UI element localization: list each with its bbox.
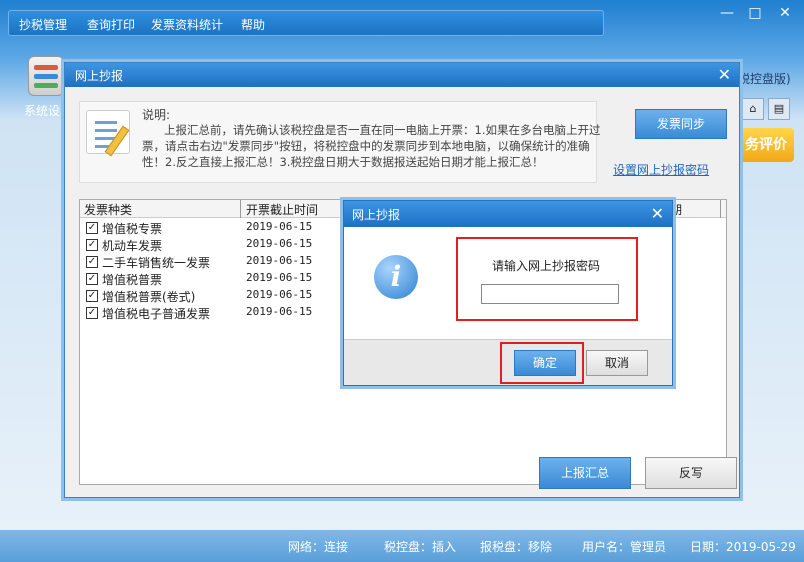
row-invoice-name: 机动车发票 bbox=[102, 239, 163, 253]
cancel-button[interactable]: 取消 bbox=[586, 350, 648, 376]
row-invoice-name: 二手车销售统一发票 bbox=[102, 256, 211, 270]
notepad-icon bbox=[86, 110, 130, 157]
status-date: 日期：2019-05-29 bbox=[690, 540, 796, 554]
dialog-close-icon[interactable]: ✕ bbox=[718, 65, 731, 84]
system-settings-icon[interactable] bbox=[28, 56, 64, 96]
info-icon: i bbox=[374, 255, 418, 299]
column-deadline: 开票截止时间 bbox=[246, 203, 319, 217]
maximize-icon[interactable]: □ bbox=[740, 2, 770, 26]
row-checkbox[interactable]: ✓ bbox=[86, 307, 98, 319]
minimize-icon[interactable]: — bbox=[712, 2, 742, 26]
table-row[interactable]: ✓ 二手车销售统一发票 2019-06-15 bbox=[84, 253, 384, 270]
submit-summary-button[interactable]: 上报汇总 bbox=[539, 457, 631, 489]
notice-panel: 说明: 上报汇总前，请先确认该税控盘是否一直在同一电脑上开票：1.如果在多台电脑… bbox=[79, 101, 600, 183]
dialog-title-bar: 网上抄报 ✕ bbox=[65, 63, 739, 87]
menu-item-invoice-statistics[interactable]: 发票资料统计 bbox=[151, 16, 223, 33]
menu-item-help[interactable]: 帮助 bbox=[241, 16, 265, 33]
row-invoice-name: 增值税普票 bbox=[102, 273, 163, 287]
row-checkbox[interactable]: ✓ bbox=[86, 273, 98, 285]
dialog-title: 网上抄报 bbox=[75, 69, 124, 83]
table-row[interactable]: ✓ 增值税普票 2019-06-15 bbox=[84, 270, 384, 287]
row-invoice-name: 增值税普票(卷式) bbox=[102, 290, 196, 304]
row-invoice-name: 增值税专票 bbox=[102, 222, 163, 236]
menu-bar: 抄税管理 查询打印 发票资料统计 帮助 bbox=[8, 10, 604, 36]
prompt-highlight-box bbox=[456, 237, 638, 321]
menu-item-query-print[interactable]: 查询打印 bbox=[87, 16, 135, 33]
document-icon[interactable]: ▤ bbox=[768, 98, 790, 120]
row-checkbox[interactable]: ✓ bbox=[86, 222, 98, 234]
password-dialog-title: 网上抄报 bbox=[352, 208, 401, 222]
system-settings-label: 系统设 bbox=[24, 104, 61, 118]
row-checkbox[interactable]: ✓ bbox=[86, 239, 98, 251]
status-report-disk: 报税盘：移除 bbox=[480, 540, 553, 554]
status-tax-disk: 税控盘：插入 bbox=[384, 540, 457, 554]
table-row[interactable]: ✓ 机动车发票 2019-06-15 bbox=[84, 236, 384, 253]
table-row[interactable]: ✓ 增值税电子普通发票 2019-06-15 bbox=[84, 304, 384, 321]
status-user: 用户名：管理员 bbox=[582, 540, 667, 554]
write-back-button[interactable]: 反写 bbox=[645, 457, 737, 489]
service-evaluation-badge[interactable]: 务评价 bbox=[738, 128, 794, 162]
column-invoice-type: 发票种类 bbox=[84, 203, 133, 217]
password-dialog-title-bar: 网上抄报 ✕ bbox=[344, 201, 672, 227]
table-row[interactable]: ✓ 增值税专票 2019-06-15 bbox=[84, 219, 384, 236]
password-dialog-close-icon[interactable]: ✕ bbox=[651, 204, 664, 223]
right-title-fragment: 税控盘版) bbox=[738, 72, 791, 86]
set-password-link[interactable]: 设置网上抄报密码 bbox=[613, 161, 709, 178]
invoice-sync-button[interactable]: 发票同步 bbox=[635, 109, 727, 139]
app-window: 抄税管理 查询打印 发票资料统计 帮助 — □ ✕ 系统设 税控盘版) ⌂ ▤ … bbox=[0, 0, 804, 562]
row-deadline: 2019-06-15 bbox=[246, 220, 313, 233]
password-input[interactable] bbox=[481, 284, 619, 304]
status-bar: 网络：连接 税控盘：插入 报税盘：移除 用户名：管理员 日期：2019-05-2… bbox=[0, 530, 804, 562]
password-prompt: 请输入网上抄报密码 bbox=[492, 259, 601, 273]
row-checkbox[interactable]: ✓ bbox=[86, 290, 98, 302]
row-deadline: 2019-06-15 bbox=[246, 271, 313, 284]
status-network: 网络：连接 bbox=[288, 540, 349, 554]
row-checkbox[interactable]: ✓ bbox=[86, 256, 98, 268]
row-deadline: 2019-06-15 bbox=[246, 254, 313, 267]
menu-item-tax-management[interactable]: 抄税管理 bbox=[19, 16, 67, 33]
table-row[interactable]: ✓ 增值税普票(卷式) 2019-06-15 bbox=[84, 287, 384, 304]
ok-button[interactable]: 确定 bbox=[514, 350, 576, 376]
notice-heading: 说明: bbox=[142, 108, 171, 122]
row-deadline: 2019-06-15 bbox=[246, 288, 313, 301]
row-deadline: 2019-06-15 bbox=[246, 305, 313, 318]
row-deadline: 2019-06-15 bbox=[246, 237, 313, 250]
password-dialog: 网上抄报 ✕ i 请输入网上抄报密码 确定 取消 bbox=[343, 200, 673, 386]
home-icon[interactable]: ⌂ bbox=[742, 98, 764, 120]
row-invoice-name: 增值税电子普通发票 bbox=[102, 307, 211, 321]
notice-body: 上报汇总前，请先确认该税控盘是否一直在同一电脑上开票：1.如果在多台电脑上开过票… bbox=[142, 123, 601, 169]
close-icon[interactable]: ✕ bbox=[770, 2, 800, 26]
